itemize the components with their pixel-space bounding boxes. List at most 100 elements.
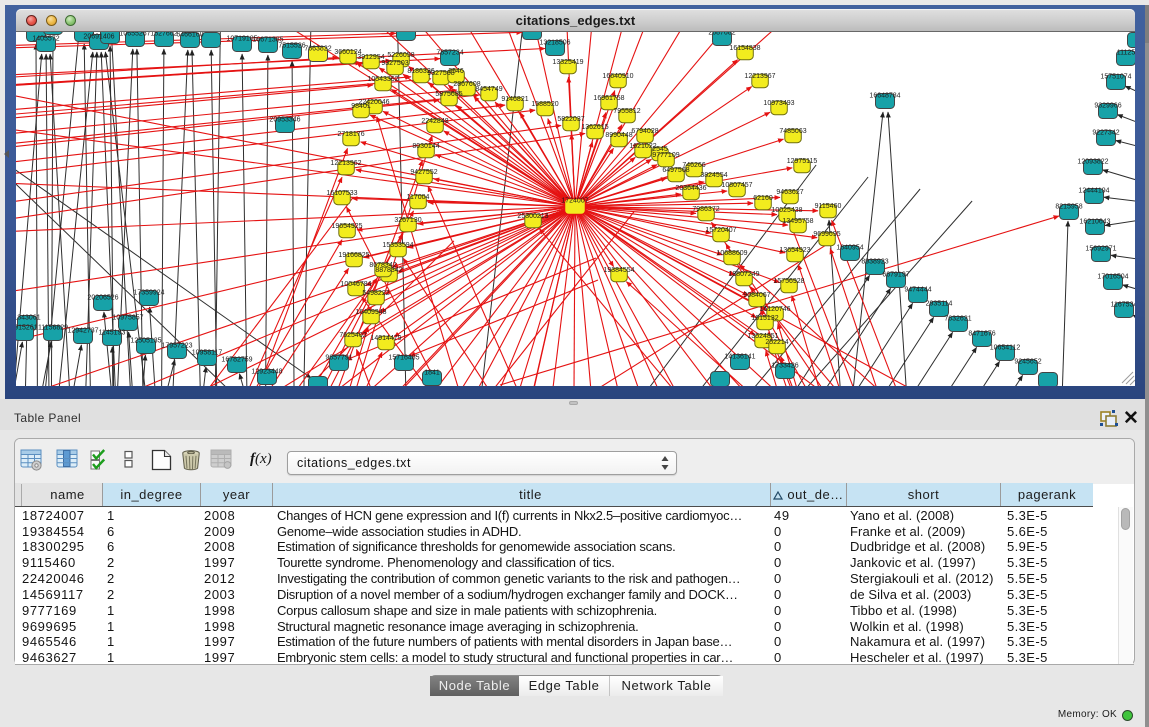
- svg-text:20206526: 20206526: [87, 295, 118, 302]
- svg-text:2546: 2546: [448, 68, 464, 75]
- svg-text:19654925: 19654925: [331, 223, 362, 230]
- svg-text:9115460: 9115460: [815, 203, 842, 210]
- svg-text:2935114: 2935114: [926, 301, 953, 308]
- svg-text:15353594: 15353594: [382, 242, 413, 249]
- svg-text:5498222: 5498222: [362, 290, 389, 297]
- svg-text:12975115: 12975115: [787, 158, 818, 165]
- svg-text:16648784: 16648784: [869, 93, 900, 100]
- svg-text:12923448: 12923448: [251, 369, 282, 376]
- svg-text:16107533: 16107533: [326, 190, 357, 197]
- svg-text:13654923: 13654923: [779, 247, 810, 254]
- svg-text:10654112: 10654112: [990, 345, 1021, 352]
- svg-text:10975857: 10975857: [112, 315, 143, 322]
- svg-text:8215958: 8215958: [1055, 204, 1082, 211]
- svg-text:1343061: 1343061: [16, 315, 41, 322]
- svg-text:14914479: 14914479: [370, 335, 401, 342]
- svg-text:9427552: 9427552: [410, 169, 437, 176]
- svg-text:17957223: 17957223: [161, 343, 192, 350]
- svg-text:12444194: 12444194: [1078, 188, 1109, 195]
- svg-text:7625402: 7625402: [339, 332, 366, 339]
- svg-text:2718176: 2718176: [337, 131, 364, 138]
- svg-text:1640954: 1640954: [836, 245, 863, 252]
- svg-text:1724007: 1724007: [561, 198, 588, 205]
- svg-text:8030144: 8030144: [412, 143, 439, 150]
- svg-text:1588520: 1588520: [531, 101, 558, 108]
- svg-text:3267130: 3267130: [394, 217, 421, 224]
- svg-text:5226058: 5226058: [387, 52, 414, 59]
- svg-text:14136141: 14136141: [724, 354, 755, 361]
- svg-text:17016504: 17016504: [1097, 274, 1128, 281]
- svg-text:62160: 62160: [753, 195, 773, 202]
- svg-text:9329966: 9329966: [1094, 103, 1121, 110]
- svg-text:20953346: 20953346: [269, 117, 300, 124]
- svg-text:12213962: 12213962: [330, 160, 361, 167]
- svg-text:7632621: 7632621: [944, 316, 971, 323]
- svg-text:5875685: 5875685: [435, 91, 462, 98]
- svg-text:16782759: 16782759: [221, 357, 252, 364]
- svg-text:6679197: 6679197: [882, 272, 909, 279]
- svg-text:1167534: 1167534: [1111, 302, 1135, 309]
- svg-text:1362615: 1362615: [581, 124, 608, 131]
- svg-text:7663822: 7663822: [304, 46, 331, 53]
- svg-text:2087682: 2087682: [708, 32, 735, 37]
- svg-text:9146821: 9146821: [501, 96, 528, 103]
- svg-text:6466160: 6466160: [176, 32, 203, 39]
- svg-text:16154838: 16154838: [729, 45, 760, 52]
- svg-text:25300213: 25300213: [517, 213, 548, 220]
- svg-text:3915261: 3915261: [16, 325, 38, 332]
- svg-text:10025438: 10025438: [771, 207, 802, 214]
- svg-text:9474444: 9474444: [904, 287, 931, 294]
- svg-text:9699695: 9699695: [813, 231, 840, 238]
- svg-text:1145193: 1145193: [99, 330, 126, 337]
- svg-text:9777109: 9777109: [652, 152, 679, 159]
- svg-text:16640910: 16640910: [602, 73, 633, 80]
- svg-text:9463627: 9463627: [776, 189, 803, 196]
- svg-text:9657791: 9657791: [325, 355, 352, 362]
- svg-text:1615132: 1615132: [751, 315, 778, 322]
- svg-text:8938923: 8938923: [861, 259, 888, 266]
- svg-text:1527602: 1527602: [150, 32, 177, 38]
- svg-text:252214: 252214: [765, 339, 788, 346]
- svg-text:12093822: 12093822: [1077, 159, 1108, 166]
- svg-text:10046784: 10046784: [340, 281, 371, 288]
- svg-text:1405572: 1405572: [32, 36, 59, 43]
- svg-text:18807249: 18807249: [728, 271, 759, 278]
- svg-text:19166825: 19166825: [338, 252, 369, 259]
- svg-text:10688609: 10688609: [716, 250, 747, 257]
- svg-text:8678342: 8678342: [369, 262, 396, 269]
- svg-text:7857234: 7857234: [436, 50, 463, 57]
- svg-text:15716485: 15716485: [388, 355, 419, 362]
- svg-text:10807457: 10807457: [721, 182, 752, 189]
- svg-text:16210643: 16210643: [1079, 219, 1110, 226]
- svg-text:8990448: 8990448: [605, 132, 632, 139]
- svg-text:16961758: 16961758: [593, 95, 624, 102]
- svg-text:7485063: 7485063: [779, 128, 806, 135]
- svg-text:20691406: 20691406: [83, 34, 114, 41]
- svg-text:13495758: 13495758: [782, 218, 813, 225]
- svg-text:20364436: 20364436: [675, 185, 706, 192]
- svg-text:10958117: 10958117: [192, 350, 223, 357]
- svg-text:12942737: 12942737: [67, 328, 98, 335]
- svg-text:15692971: 15692971: [1085, 246, 1116, 253]
- svg-text:13218506: 13218506: [539, 40, 570, 47]
- svg-text:8471676: 8471676: [968, 331, 995, 338]
- svg-text:10655267: 10655267: [119, 32, 150, 38]
- svg-text:12213967: 12213967: [744, 73, 775, 80]
- svg-text:117004: 117004: [407, 194, 430, 201]
- svg-text:7986372: 7986372: [692, 206, 719, 213]
- svg-text:3824554: 3824554: [700, 172, 727, 179]
- svg-text:13325419: 13325419: [552, 59, 583, 66]
- svg-text:12505135: 12505135: [130, 338, 161, 345]
- svg-text:16409948: 16409948: [355, 309, 386, 316]
- svg-text:11125: 11125: [1117, 50, 1135, 57]
- svg-text:9327503: 9327503: [381, 60, 408, 67]
- svg-text:16120746: 16120746: [759, 306, 790, 313]
- svg-text:746266: 746266: [682, 162, 705, 169]
- svg-text:8454749: 8454749: [475, 86, 502, 93]
- svg-text:98401: 98401: [351, 103, 371, 110]
- svg-text:10543362: 10543362: [367, 76, 398, 83]
- svg-text:11156829: 11156829: [38, 325, 68, 332]
- svg-text:17359924: 17359924: [133, 290, 164, 297]
- svg-text:15756928: 15756928: [773, 278, 804, 285]
- svg-text:7515526: 7515526: [278, 43, 305, 50]
